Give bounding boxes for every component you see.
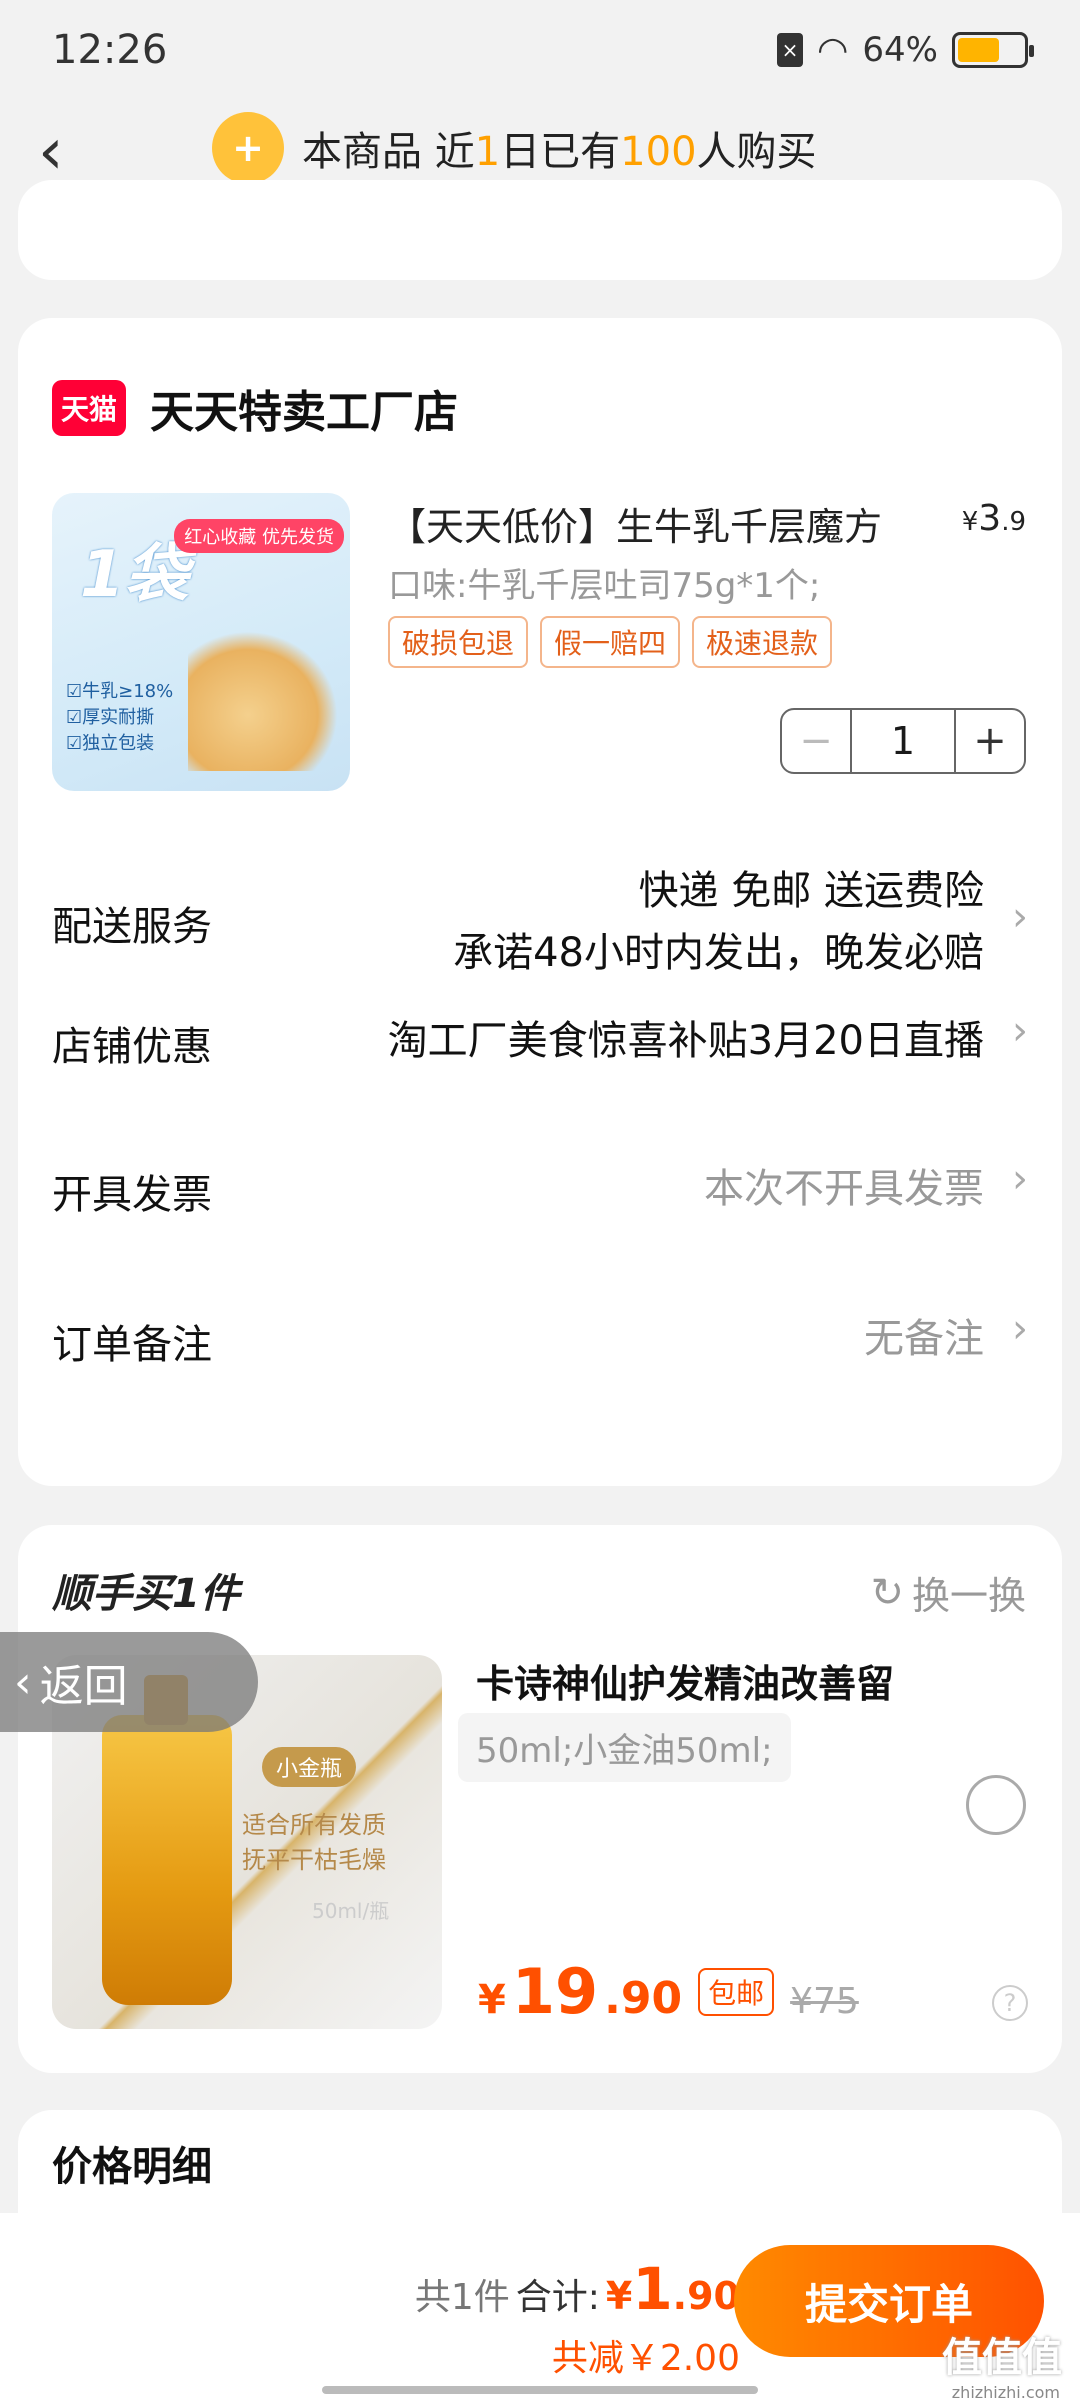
product-title[interactable]: 【天天低价】生牛乳千层魔方 [388,496,882,551]
refresh-icon: ↻ [870,1569,904,1616]
invoice-row[interactable]: 开具发票 本次不开具发票 › [52,1156,1028,1218]
invoice-label: 开具发票 [52,1172,212,1218]
notice-text-1: 本商品 近 [302,129,475,175]
summary-total-line: 共1件 合计: ¥1.90 [415,2255,740,2323]
purchase-notice: + 本商品 近1日已有100人购买 [212,112,817,184]
product-feature: ☑厚实耐撕 [66,707,155,728]
shopping-bag-icon: + [212,112,284,184]
increase-button[interactable]: + [954,710,1024,772]
watermark-logo: 值值值 [942,2335,1062,2381]
total-int: 1 [632,2255,673,2323]
battery-percent: 64% [862,30,938,70]
price-int: 3 [978,498,1002,539]
total-dec: .90 [672,2274,740,2318]
product-image[interactable]: 1袋 红心收藏 优先发货 ☑牛乳≥18% ☑厚实耐撕 ☑独立包装 [52,493,350,791]
total-label: 合计: [515,2277,600,2318]
addon-card: 顺手买1件 ↻ 换一换 小金瓶 适合所有发质 抚平干枯毛燥 50ml/瓶 卡诗神… [18,1525,1062,2073]
total-amount: ¥1.90 [606,2255,740,2323]
addon-original-price: ¥75 [790,1981,859,2022]
product-image-badge: 红心收藏 优先发货 [174,519,344,553]
addon-price-symbol: ¥ [478,1977,506,2023]
chevron-right-icon: › [1012,1008,1028,1054]
addon-title: 顺手买1件 [52,1571,240,1617]
product-feature: ☑独立包装 [66,733,155,754]
delivery-row[interactable]: 配送服务 快递 免邮 送运费险 承诺48小时内发出，晚发必赔 › [52,858,1028,978]
back-icon[interactable]: ‹ [38,120,98,184]
notice-text-2: 日已有 [500,129,621,175]
discount-row[interactable]: 店铺优惠 淘工厂美食惊喜补贴3月20日直播 › [52,1008,1028,1070]
price-detail-title: 价格明细 [52,2144,212,2190]
addon-image-text: 50ml/瓶 [312,1899,390,1923]
help-icon[interactable]: ? [992,1985,1028,2021]
tmall-logo-icon: 天猫 [52,380,126,436]
order-card: 天猫 天天特卖工厂店 1袋 红心收藏 优先发货 ☑牛乳≥18% ☑厚实耐撕 ☑独… [18,318,1062,1486]
item-count: 共1件 [414,2277,510,2318]
notice-count: 100 [620,129,697,175]
return-label: 返回 [39,1661,128,1712]
delivery-promise: 承诺48小时内发出，晚发必赔 [453,930,984,976]
addon-image-text: 抚平干枯毛燥 [242,1846,386,1874]
product-feature: ☑牛乳≥18% [66,681,174,702]
bread-illustration [188,631,338,771]
chevron-right-icon: › [1012,1156,1028,1202]
total-symbol: ¥ [605,2274,633,2318]
delivery-method: 快递 免邮 送运费险 [638,868,984,914]
decrease-button[interactable]: − [782,710,852,772]
battery-icon [952,32,1034,68]
order-summary: 共1件 合计: ¥1.90 共减￥2.00 [415,2255,740,2381]
quantity-value[interactable]: 1 [852,710,954,772]
chevron-right-icon: › [1012,1306,1028,1352]
shop-header[interactable]: 天猫 天天特卖工厂店 [52,376,458,440]
addon-name[interactable]: 卡诗神仙护发精油改善留 [476,1653,894,1708]
previous-card [18,180,1062,280]
discount-value: 淘工厂美食惊喜补贴3月20日直播 [387,1018,984,1064]
checkout-bar: 共1件 合计: ¥1.90 共减￥2.00 提交订单 值值值 zhizhizhi… [0,2213,1080,2400]
remark-value: 无备注 [864,1316,984,1362]
delivery-label: 配送服务 [52,904,212,950]
price-symbol: ¥ [961,507,979,537]
watermark-url: zhizhizhi.com [951,2383,1060,2400]
swap-label: 换一换 [911,1574,1026,1618]
service-tag: 假一赔四 [540,616,681,668]
product-spec: 口味:牛乳千层吐司75g*1个; [388,566,821,606]
remark-label: 订单备注 [52,1322,212,1368]
discount-label: 店铺优惠 [52,1024,212,1070]
shop-name: 天天特卖工厂店 [150,387,458,438]
return-button[interactable]: ‹ 返回 [0,1632,258,1732]
oil-bottle-illustration [102,1675,232,2005]
status-icons: × ◠ 64% [777,29,1034,71]
home-indicator[interactable] [322,2386,758,2394]
service-tag: 极速退款 [692,616,833,668]
free-shipping-badge: 包邮 [698,1967,775,2016]
addon-price-int: 19 [511,1955,599,2028]
no-sim-icon: × [777,33,803,67]
wifi-icon: ◠ [817,29,849,71]
addon-price-dec: .90 [604,1973,683,2024]
addon-price: ¥ 19 .90 包邮 ¥75 [478,1955,859,2028]
addon-select-radio[interactable] [966,1775,1026,1835]
quantity-stepper: − 1 + [780,708,1026,774]
notice-days: 1 [474,129,501,175]
product-tags: 破损包退 假一赔四 极速退款 [388,616,833,668]
notice-text-3: 人购买 [696,129,817,175]
service-tag: 破损包退 [388,616,529,668]
addon-image-text: 适合所有发质 [242,1811,386,1839]
swap-button[interactable]: ↻ 换一换 [870,1565,1026,1620]
remark-row[interactable]: 订单备注 无备注 › [52,1306,1028,1368]
battery-fill [958,38,999,62]
status-bar: 12:26 × ◠ 64% [0,0,1080,100]
product-price: ¥3.9 [962,498,1026,539]
addon-image-badge: 小金瓶 [262,1747,357,1787]
saved-amount: 共减￥2.00 [551,2338,740,2379]
invoice-value: 本次不开具发票 [704,1166,984,1212]
product-image-big-text: 1袋 [80,538,189,612]
addon-spec[interactable]: 50ml;小金油50ml; [458,1713,791,1782]
clock: 12:26 [52,27,168,73]
chevron-right-icon: › [1012,894,1028,940]
price-dec: .9 [1001,507,1026,537]
chevron-left-icon: ‹ [14,1656,32,1708]
